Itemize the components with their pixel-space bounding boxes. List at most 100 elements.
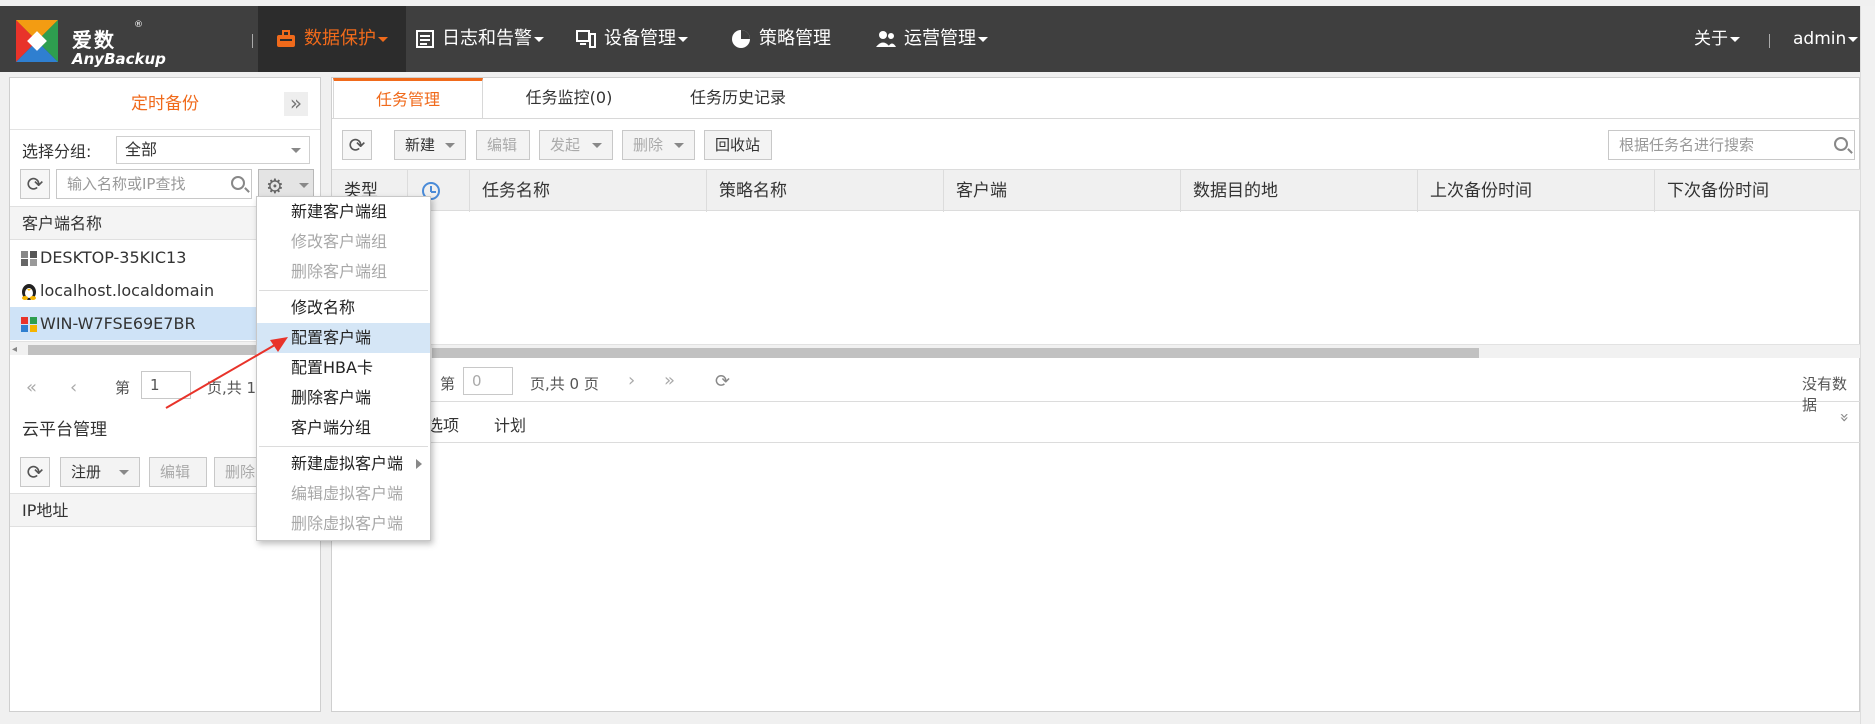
new-label: 新建 [405,136,436,154]
scrollbar-thumb[interactable] [432,348,1479,358]
menu-new-client-group[interactable]: 新建客户端组 [257,197,430,227]
reload-icon[interactable]: ⟳ [715,371,730,392]
menu-delete-client-group[interactable]: 删除客户端组 [257,257,430,287]
linux-penguin-icon [22,284,36,300]
nav-logs-alerts[interactable]: 日志和告警 [416,6,544,72]
edit-task-button[interactable]: 编辑 [476,130,530,160]
page-vertical-scrollbar[interactable] [1860,6,1875,724]
log-document-icon [416,30,434,48]
scrollbar-thumb[interactable] [28,345,258,355]
start-label: 发起 [550,136,581,154]
page-number-input[interactable]: 1 [141,371,191,399]
last-page-icon[interactable]: » [664,370,675,391]
page-total-text: 页,共 1 [207,379,257,397]
nav-divider [252,34,253,48]
client-name: localhost.localdomain [40,281,215,300]
nav-about[interactable]: 关于 [1694,6,1740,72]
chevron-down-icon [592,143,602,148]
page-label: 第 [115,379,131,397]
registered-mark: ® [134,20,143,30]
chevron-down-icon [378,36,388,42]
group-select[interactable]: 全部 [116,136,310,164]
nav-label: 数据保护 [304,28,376,49]
menu-edit-client-group[interactable]: 修改客户端组 [257,227,430,257]
submenu-arrow-icon [416,459,422,469]
subtab-options[interactable]: 选项 [427,412,459,436]
register-label: 注册 [71,463,102,481]
chevron-down-icon [978,36,988,42]
panel-title: 定时备份 » [10,78,320,130]
logo-mark-icon [16,20,58,62]
device-icon [576,30,596,48]
username: admin [1793,29,1847,49]
menu-new-virtual-client[interactable]: 新建虚拟客户端 [257,449,430,479]
gear-icon: ⚙ [266,174,284,198]
recycle-bin-button[interactable]: 回收站 [704,130,772,160]
nav-operations-management[interactable]: 运营管理 [876,6,988,72]
task-search-input[interactable]: 根据任务名进行搜索 [1608,130,1855,160]
windows-icon [21,317,37,332]
chevron-down-icon [291,148,301,153]
nav-label: 策略管理 [759,28,831,49]
client-search-input[interactable]: 输入名称或IP查找 [56,169,252,199]
group-label: 选择分组: [22,142,92,161]
pie-chart-icon [732,30,750,48]
nav-label: 设备管理 [604,28,676,49]
start-task-button[interactable]: 发起 [539,130,613,160]
cloud-edit-button[interactable]: 编辑 [149,457,207,487]
page-number-input[interactable]: 0 [463,367,513,395]
users-icon [876,31,896,47]
nav-divider [1769,34,1770,48]
windows-server-icon [21,251,37,266]
menu-client-grouping[interactable]: 客户端分组 [257,413,430,443]
column-task-name[interactable]: 任务名称 [470,170,707,212]
detail-divider [332,442,1861,443]
task-table-header: 类型 任务名称 策略名称 客户端 数据目的地 上次备份时间 下次备份时间 [332,169,1861,212]
scroll-left-icon: ◂ [12,344,18,355]
anybackup-logo[interactable]: 爱数 ® AnyBackup [16,16,176,68]
client-actions-menu-button[interactable]: ⚙ [258,169,314,199]
column-client[interactable]: 客户端 [944,170,1181,212]
menu-delete-virtual-client[interactable]: 删除虚拟客户端 [257,509,430,539]
refresh-cloud-button[interactable]: ⟳ [20,457,50,487]
refresh-clients-button[interactable]: ⟳ [20,169,50,199]
menu-rename[interactable]: 修改名称 [257,293,430,323]
register-button[interactable]: 注册 [60,457,140,487]
column-destination[interactable]: 数据目的地 [1181,170,1418,212]
task-table-horizontal-scrollbar[interactable] [332,344,1861,358]
nav-user-menu[interactable]: admin [1793,6,1859,72]
nav-policy-management[interactable]: 策略管理 [731,6,831,72]
subtab-plan[interactable]: 计划 [494,412,526,436]
new-task-button[interactable]: 新建 [394,130,466,160]
page-label: 第 [440,375,456,393]
cloud-platform-title: 云平台管理 [22,420,107,440]
column-next-backup[interactable]: 下次备份时间 [1655,170,1861,212]
group-selector-row: 选择分组: 全部 [10,131,320,165]
expand-detail-icon[interactable]: » [1835,413,1854,423]
menu-delete-client[interactable]: 删除客户端 [257,383,430,413]
search-placeholder: 根据任务名进行搜索 [1619,136,1755,154]
refresh-tasks-button[interactable]: ⟳ [342,130,372,160]
collapse-panel-button[interactable]: » [284,92,308,116]
nav-device-management[interactable]: 设备管理 [576,6,688,72]
briefcase-icon [277,30,295,47]
tab-task-monitoring[interactable]: 任务监控(0) [484,78,654,118]
menu-configure-client[interactable]: 配置客户端 [257,323,430,353]
menu-edit-virtual-client[interactable]: 编辑虚拟客户端 [257,479,430,509]
cloud-delete-button[interactable]: 删除 [214,457,260,487]
tab-task-history[interactable]: 任务历史记录 [654,78,822,118]
client-context-menu: 新建客户端组 修改客户端组 删除客户端组 修改名称 配置客户端 配置HBA卡 删… [256,196,431,541]
first-page-button[interactable]: « [26,377,37,398]
prev-page-button[interactable]: ‹ [70,377,77,398]
column-last-backup[interactable]: 上次备份时间 [1418,170,1655,212]
chevron-down-icon [678,36,688,42]
tab-task-management[interactable]: 任务管理 [333,78,483,118]
next-page-icon[interactable]: › [628,370,635,391]
column-policy-name[interactable]: 策略名称 [707,170,944,212]
menu-configure-hba[interactable]: 配置HBA卡 [257,353,430,383]
search-icon [231,176,245,190]
brand-name-cn: 爱数 [72,28,116,52]
search-placeholder: 输入名称或IP查找 [67,175,186,193]
delete-task-button[interactable]: 删除 [622,130,695,160]
nav-data-protection[interactable]: 数据保护 [258,6,406,72]
